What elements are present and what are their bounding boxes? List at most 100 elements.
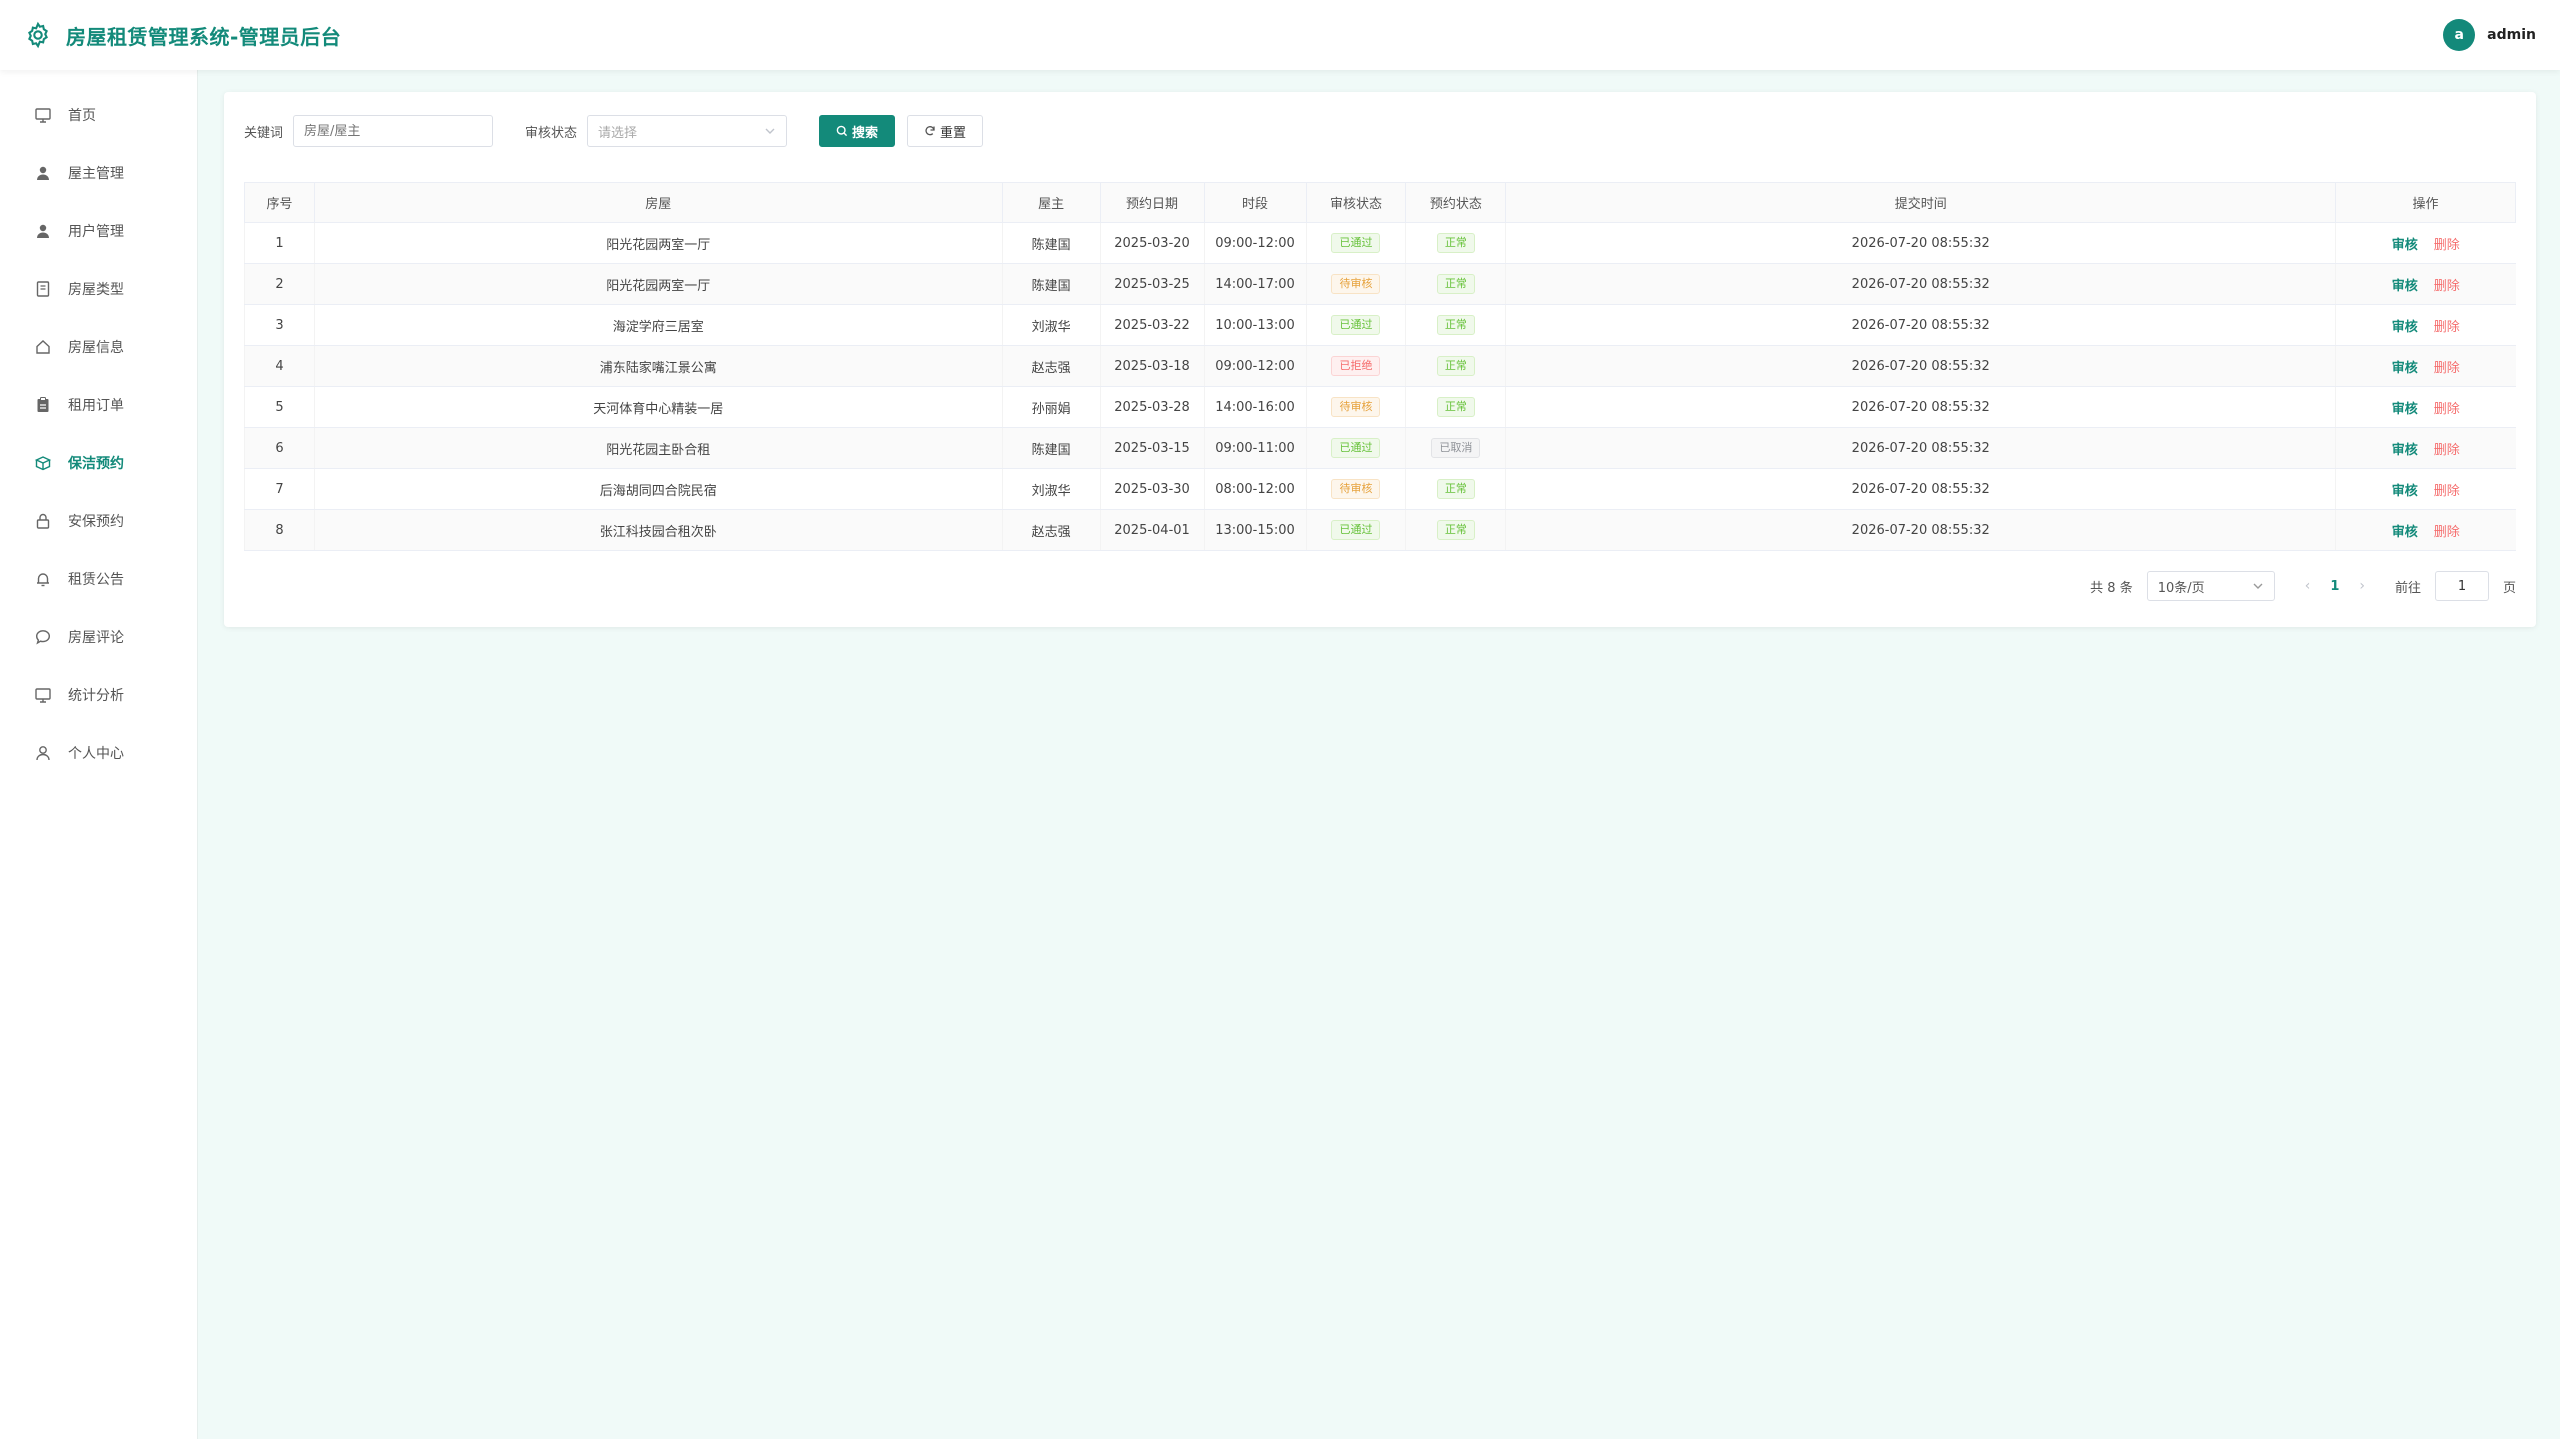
sidebar-item-12[interactable]: 个人中心 bbox=[0, 724, 197, 782]
cell-booking: 正常 bbox=[1405, 304, 1506, 346]
audit-status-badge: 已通过 bbox=[1331, 315, 1381, 335]
delete-button[interactable]: 删除 bbox=[2434, 439, 2460, 458]
delete-button[interactable]: 删除 bbox=[2434, 316, 2460, 335]
sidebar-item-label: 个人中心 bbox=[68, 746, 124, 762]
reset-button[interactable]: 重置 bbox=[907, 115, 984, 147]
booking-status-badge: 正常 bbox=[1436, 397, 1475, 417]
column-header: 序号 bbox=[244, 182, 315, 223]
cleaning-booking-card: 关键词 审核状态 请选择 搜索 重置 序号房屋屋主预约日期时段审核状态预约状态提… bbox=[224, 92, 2536, 627]
sidebar-item-11[interactable]: 统计分析 bbox=[0, 666, 197, 724]
cell-date: 2025-03-28 bbox=[1099, 386, 1205, 428]
delete-button[interactable]: 删除 bbox=[2434, 398, 2460, 417]
booking-table: 序号 房屋 屋主 预约日期 时段 审核状态 预约状态 提交时间 操作 1 阳光花园两室一厅 陈建国 2… bbox=[244, 182, 2516, 551]
house-icon bbox=[36, 340, 50, 354]
sidebar-item-label: 保洁预约 bbox=[68, 456, 124, 472]
cell-date: 2025-03-15 bbox=[1099, 427, 1205, 469]
search-button-label: 搜索 bbox=[852, 125, 879, 141]
sidebar-item-1[interactable]: 首页 bbox=[0, 86, 197, 144]
delete-button[interactable]: 删除 bbox=[2434, 357, 2460, 376]
status-placeholder: 请选择 bbox=[598, 125, 638, 141]
reset-button-label: 重置 bbox=[940, 125, 967, 141]
cell-slot: 09:00-12:00 bbox=[1203, 345, 1306, 387]
cell-date: 2025-03-22 bbox=[1099, 304, 1205, 346]
cell-audit: 已通过 bbox=[1305, 222, 1406, 264]
cell-booking: 正常 bbox=[1405, 222, 1506, 264]
review-button[interactable]: 审核 bbox=[2392, 521, 2418, 540]
sidebar-item-2[interactable]: 屋主管理 bbox=[0, 144, 197, 202]
app-title: 房屋租赁管理系统-管理员后台 bbox=[66, 24, 342, 49]
search-button[interactable]: 搜索 bbox=[819, 115, 896, 147]
cell-no: 5 bbox=[244, 386, 315, 428]
delete-button[interactable]: 删除 bbox=[2434, 480, 2460, 499]
sidebar-item-label: 安保预约 bbox=[68, 514, 124, 530]
sidebar-item-3[interactable]: 用户管理 bbox=[0, 202, 197, 260]
sidebar-item-8[interactable]: 安保预约 bbox=[0, 492, 197, 550]
avatar[interactable]: a bbox=[2443, 19, 2476, 51]
cell-audit: 已通过 bbox=[1305, 509, 1406, 551]
cell-slot: 13:00-15:00 bbox=[1203, 509, 1306, 551]
cell-booking: 正常 bbox=[1405, 468, 1506, 510]
cell-actions: 审核 删除 bbox=[2335, 509, 2516, 551]
cell-actions: 审核 删除 bbox=[2335, 304, 2516, 346]
sidebar-item-5[interactable]: 房屋信息 bbox=[0, 318, 197, 376]
username[interactable]: admin bbox=[2487, 27, 2536, 43]
cell-submitted: 2026-07-20 08:55:32 bbox=[1505, 468, 2336, 510]
booking-status-badge: 正常 bbox=[1436, 233, 1475, 253]
prev-page-icon[interactable]: ‹ bbox=[2305, 578, 2311, 594]
cell-house: 海淀学府三居室 bbox=[313, 304, 1003, 346]
audit-status-badge: 已拒绝 bbox=[1331, 356, 1381, 376]
lock-icon bbox=[36, 513, 50, 529]
review-button[interactable]: 审核 bbox=[2392, 398, 2418, 417]
review-button[interactable]: 审核 bbox=[2392, 439, 2418, 458]
sidebar-item-label: 首页 bbox=[68, 108, 96, 124]
review-button[interactable]: 审核 bbox=[2392, 234, 2418, 253]
sidebar-item-9[interactable]: 租赁公告 bbox=[0, 550, 197, 608]
page-number[interactable]: 1 bbox=[2324, 579, 2345, 594]
keyword-input[interactable] bbox=[293, 115, 494, 147]
user-menu[interactable]: a admin bbox=[2443, 19, 2536, 51]
review-button[interactable]: 审核 bbox=[2392, 275, 2418, 294]
cell-slot: 09:00-11:00 bbox=[1203, 427, 1306, 469]
cell-submitted: 2026-07-20 08:55:32 bbox=[1505, 509, 2336, 551]
monitor-icon bbox=[35, 108, 51, 123]
delete-button[interactable]: 删除 bbox=[2434, 521, 2460, 540]
table-header-row: 序号 房屋 屋主 预约日期 时段 审核状态 预约状态 提交时间 操作 bbox=[244, 182, 2516, 223]
review-button[interactable]: 审核 bbox=[2392, 316, 2418, 335]
sidebar-item-4[interactable]: 房屋类型 bbox=[0, 260, 197, 318]
sidebar-item-label: 用户管理 bbox=[68, 224, 124, 240]
delete-button[interactable]: 删除 bbox=[2434, 275, 2460, 294]
clipboard-icon bbox=[37, 397, 49, 412]
sidebar-item-7[interactable]: 保洁预约 bbox=[0, 434, 197, 492]
delete-button[interactable]: 删除 bbox=[2434, 234, 2460, 253]
cell-house: 阳光花园主卧合租 bbox=[313, 427, 1003, 469]
cell-owner: 陈建国 bbox=[1001, 427, 1101, 469]
sidebar-item-label: 统计分析 bbox=[68, 688, 124, 704]
cell-booking: 正常 bbox=[1405, 509, 1506, 551]
review-button[interactable]: 审核 bbox=[2392, 480, 2418, 499]
table-row: 5 天河体育中心精装一居 孙丽娟 2025-03-28 14:00-16:00 待审核 正常… bbox=[244, 386, 2516, 428]
cell-actions: 审核 删除 bbox=[2335, 386, 2516, 428]
column-header: 提交时间 bbox=[1505, 182, 2337, 223]
page-suffix: 页 bbox=[2502, 580, 2516, 596]
next-page-icon[interactable]: › bbox=[2359, 578, 2365, 594]
status-select[interactable]: 请选择 bbox=[587, 115, 788, 147]
main-content: 关键词 审核状态 请选择 搜索 重置 序号房屋屋主预约日期时段审核状态预约状态提… bbox=[224, 92, 2536, 627]
cell-submitted: 2026-07-20 08:55:32 bbox=[1505, 304, 2336, 346]
sidebar-item-10[interactable]: 房屋评论 bbox=[0, 608, 197, 666]
cell-booking: 正常 bbox=[1405, 263, 1506, 305]
page-size-select[interactable]: 10条/页 bbox=[2146, 571, 2275, 601]
review-button[interactable]: 审核 bbox=[2392, 357, 2418, 376]
user-filled-icon bbox=[37, 224, 49, 238]
cell-submitted: 2026-07-20 08:55:32 bbox=[1505, 386, 2336, 428]
notebook-icon bbox=[36, 281, 50, 297]
column-header: 屋主 bbox=[1001, 182, 1101, 223]
cell-owner: 刘淑华 bbox=[1001, 304, 1101, 346]
cell-date: 2025-04-01 bbox=[1099, 509, 1205, 551]
cell-owner: 陈建国 bbox=[1001, 222, 1101, 264]
booking-status-badge: 正常 bbox=[1436, 520, 1475, 540]
cell-house: 张江科技园合租次卧 bbox=[313, 509, 1003, 551]
box-icon bbox=[34, 456, 52, 471]
goto-page-input[interactable] bbox=[2434, 571, 2489, 601]
chat-icon bbox=[35, 630, 51, 645]
sidebar-item-6[interactable]: 租用订单 bbox=[0, 376, 197, 434]
